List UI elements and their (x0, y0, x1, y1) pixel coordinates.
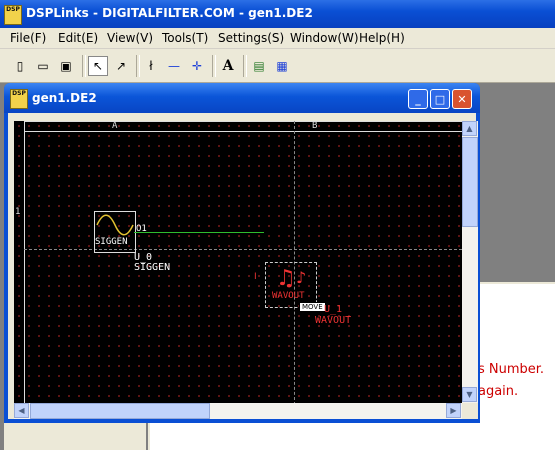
wavout-input-port[interactable]: I (254, 272, 257, 282)
music-note-icon: ♫ ♪ (276, 266, 306, 291)
pointer-tool-icon: ↗ (115, 59, 127, 73)
siggen-type-name: SIGGEN (134, 262, 171, 273)
toolbar-separator (136, 55, 140, 77)
select-tool-button[interactable]: ↖ (88, 56, 108, 76)
sine-wave-icon (96, 214, 134, 236)
signal-wire[interactable] (134, 232, 264, 233)
scroll-left-arrow-icon[interactable]: ◀ (14, 403, 29, 418)
open-button[interactable]: ▭ (33, 56, 53, 76)
menu-tools[interactable]: Tools(T) (162, 31, 208, 45)
minimize-icon: _ (415, 92, 421, 106)
document-icon[interactable]: DSP (10, 89, 28, 109)
menu-window[interactable]: Window(W) (290, 31, 359, 45)
menu-bar: File(F) Edit(E) View(V) Tools(T) Setting… (0, 28, 555, 49)
schematic-canvas[interactable]: A B 1 SIGGEN O1 U_0 SIGGEN ♫ ♪ I WAVOUT … (14, 121, 462, 415)
vertical-scrollbar[interactable]: ▲ ▼ (462, 121, 478, 403)
minimize-button[interactable]: _ (408, 89, 428, 109)
pointer-tool-button[interactable]: ↗ (111, 56, 131, 76)
text-tool-button[interactable]: A (218, 56, 238, 76)
scroll-right-arrow-icon[interactable]: ▶ (446, 403, 461, 418)
image-icon: ▤ (253, 59, 265, 73)
horizontal-line-button[interactable]: — (164, 56, 184, 76)
child-window-title: gen1.DE2 (32, 91, 97, 105)
new-file-icon: ▯ (16, 59, 24, 73)
wavout-instance-name: U_1 (324, 304, 343, 315)
text-tool-icon: A (222, 58, 234, 74)
maximize-icon: □ (434, 92, 446, 106)
open-folder-icon: ▭ (37, 59, 49, 73)
row-divider (24, 249, 462, 251)
cross-line-button[interactable]: ✛ (187, 56, 207, 76)
ruler-top-border (24, 121, 462, 122)
resize-grip-icon[interactable] (462, 403, 478, 419)
svg-text:♫: ♫ (276, 266, 296, 291)
horizontal-scrollbar[interactable]: ◀ ▶ (14, 403, 462, 419)
column-label-b: B (312, 121, 318, 131)
scroll-down-arrow-icon[interactable]: ▼ (462, 387, 477, 402)
text-align-button[interactable]: ł (141, 56, 161, 76)
scroll-up-arrow-icon[interactable]: ▲ (462, 121, 477, 136)
toolbar: ▯ ▭ ▣ ↖ ↗ ł — ✛ A ▤ ▦ (0, 49, 555, 83)
new-file-button[interactable]: ▯ (10, 56, 30, 76)
wavout-block-label: WAVOUT (272, 291, 305, 301)
image-button[interactable]: ▤ (249, 56, 269, 76)
siggen-block-label: SIGGEN (95, 237, 128, 247)
maximize-button[interactable]: □ (430, 89, 450, 109)
ruler-left-border (24, 121, 25, 415)
save-button[interactable]: ▣ (56, 56, 76, 76)
window-button[interactable]: ▦ (272, 56, 292, 76)
vertical-scroll-thumb[interactable] (462, 137, 478, 227)
child-window: DSP gen1.DE2 _ □ ✕ A B 1 SIGGEN O1 U_0 S… (4, 83, 480, 423)
app-title: DSPLinks - DIGITALFILTER.COM - gen1.DE2 (26, 6, 313, 20)
cross-line-icon: ✛ (191, 59, 203, 73)
select-arrow-icon: ↖ (92, 59, 104, 73)
close-button[interactable]: ✕ (452, 89, 472, 109)
horizontal-scroll-thumb[interactable] (30, 403, 210, 419)
menu-settings[interactable]: Settings(S) (218, 31, 284, 45)
toolbar-separator (82, 55, 86, 77)
toolbar-separator (212, 55, 216, 77)
save-icon: ▣ (60, 59, 72, 73)
svg-text:♪: ♪ (296, 268, 306, 287)
main-title-bar[interactable]: DSP DSPLinks - DIGITALFILTER.COM - gen1.… (0, 0, 555, 28)
row-label-1: 1 (15, 207, 21, 217)
child-title-bar[interactable]: DSP gen1.DE2 _ □ ✕ (4, 83, 480, 113)
close-icon: ✕ (457, 92, 467, 106)
horizontal-line-icon: — (168, 59, 180, 73)
menu-file[interactable]: File(F) (10, 31, 46, 45)
menu-view[interactable]: View(V) (107, 31, 153, 45)
toolbar-separator (243, 55, 247, 77)
move-cursor-badge: MOVE (299, 302, 326, 312)
menu-edit[interactable]: Edit(E) (58, 31, 98, 45)
text-align-icon: ł (149, 59, 153, 73)
background-message-line2: again. (478, 384, 519, 399)
app-icon[interactable]: DSP (4, 5, 22, 25)
background-message-line1: s Number. (478, 362, 545, 377)
window-icon: ▦ (276, 59, 288, 73)
column-label-a: A (112, 121, 118, 131)
wavout-type-name: WAVOUT (315, 315, 352, 326)
ruler-bottom-border (24, 131, 462, 132)
menu-help[interactable]: Help(H) (359, 31, 405, 45)
